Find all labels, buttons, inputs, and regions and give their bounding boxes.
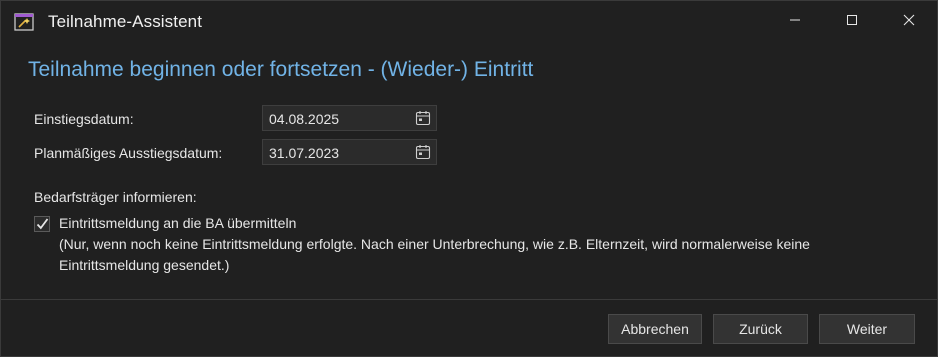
start-date-label: Einstiegsdatum: <box>34 111 134 127</box>
checkbox-note-line1: (Nur, wenn noch keine Eintrittsmeldung e… <box>59 236 810 252</box>
cancel-button[interactable]: Abbrechen <box>608 314 702 344</box>
footer-divider <box>1 299 937 300</box>
back-button[interactable]: Zurück <box>713 314 808 344</box>
wizard-window: Teilnahme-Assistent Teilnahme beginnen o… <box>0 0 938 357</box>
start-date-field[interactable]: 04.08.2025 <box>262 105 437 131</box>
close-button[interactable] <box>886 1 932 43</box>
title-bar[interactable]: Teilnahme-Assistent <box>1 1 937 43</box>
next-button[interactable]: Weiter <box>819 314 915 344</box>
planned-end-date-field[interactable]: 31.07.2023 <box>262 139 437 165</box>
maximize-icon <box>846 13 858 31</box>
wand-window-icon <box>14 12 34 32</box>
calendar-icon[interactable] <box>415 110 431 126</box>
page-heading: Teilnahme beginnen oder fortsetzen - (Wi… <box>28 58 534 81</box>
planned-end-date-value: 31.07.2023 <box>269 145 340 161</box>
close-icon <box>903 13 915 31</box>
checkbox-label[interactable]: Eintrittsmeldung an die BA übermitteln <box>59 215 296 231</box>
section-label: Bedarfsträger informieren: <box>34 189 197 205</box>
minimize-icon <box>789 13 801 31</box>
checkbox-note-line2: Eintrittsmeldung gesendet.) <box>59 257 230 273</box>
notify-ba-checkbox[interactable] <box>34 216 50 232</box>
maximize-button[interactable] <box>829 1 875 43</box>
minimize-button[interactable] <box>772 1 818 43</box>
window-title: Teilnahme-Assistent <box>48 12 203 31</box>
start-date-value: 04.08.2025 <box>269 111 340 127</box>
planned-end-date-label: Planmäßiges Ausstiegsdatum: <box>34 145 223 161</box>
calendar-icon[interactable] <box>415 144 431 160</box>
